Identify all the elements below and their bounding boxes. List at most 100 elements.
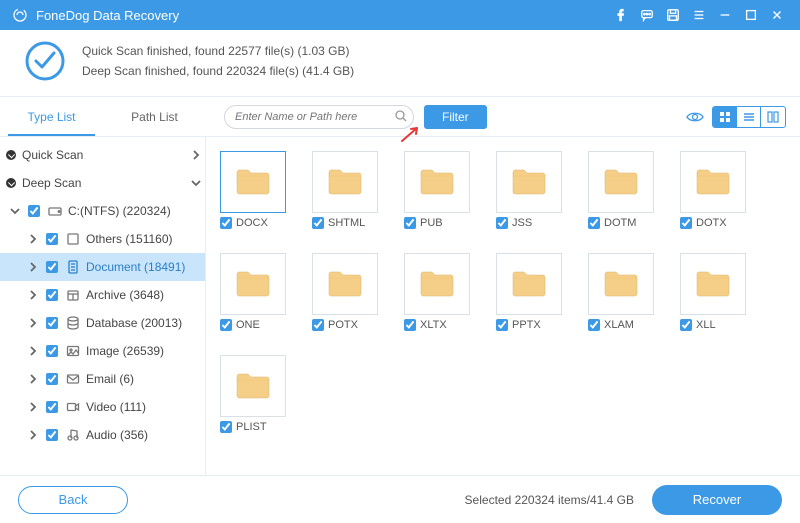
grid-item-label: DOCX <box>236 217 268 229</box>
sidebar-item-checkbox[interactable] <box>46 289 58 301</box>
grid-item-checkbox[interactable] <box>220 319 232 331</box>
sidebar-item-archive[interactable]: Archive (3648) <box>0 281 205 309</box>
grid-item[interactable]: DOTM <box>588 151 654 229</box>
sidebar-item-email[interactable]: Email (6) <box>0 365 205 393</box>
view-list-button[interactable] <box>737 107 761 127</box>
chevron-down-icon[interactable] <box>8 206 22 216</box>
grid-item-checkbox[interactable] <box>404 319 416 331</box>
folder-thumb[interactable] <box>680 151 746 213</box>
chevron-right-icon[interactable] <box>26 402 40 412</box>
folder-thumb[interactable] <box>588 253 654 315</box>
close-icon[interactable] <box>764 0 790 30</box>
sidebar-item-checkbox[interactable] <box>46 345 58 357</box>
sidebar-item-checkbox[interactable] <box>46 261 58 273</box>
search-icon[interactable] <box>394 109 408 123</box>
grid-item[interactable]: ONE <box>220 253 286 331</box>
grid-item-checkbox[interactable] <box>496 217 508 229</box>
chevron-right-icon[interactable] <box>26 262 40 272</box>
recover-button[interactable]: Recover <box>652 485 782 515</box>
tree-deep-scan[interactable]: Deep Scan <box>0 169 205 197</box>
sidebar-item-checkbox[interactable] <box>46 429 58 441</box>
grid-item-checkbox[interactable] <box>312 319 324 331</box>
grid-item[interactable]: XLAM <box>588 253 654 331</box>
search-input[interactable] <box>224 105 414 129</box>
folder-thumb[interactable] <box>404 253 470 315</box>
grid-item[interactable]: XLL <box>680 253 746 331</box>
filter-button[interactable]: Filter <box>424 105 487 129</box>
tab-path-list[interactable]: Path List <box>103 97 206 136</box>
sidebar-item-audio[interactable]: Audio (356) <box>0 421 205 449</box>
grid-item-checkbox[interactable] <box>680 217 692 229</box>
folder-thumb[interactable] <box>220 253 286 315</box>
grid-item-label: PPTX <box>512 319 541 331</box>
tree-drive-label: C:(NTFS) (220324) <box>68 204 205 218</box>
audio-icon <box>64 428 82 442</box>
view-grid-button[interactable] <box>713 107 737 127</box>
preview-toggle-icon[interactable] <box>684 106 706 128</box>
sidebar-item-checkbox[interactable] <box>46 317 58 329</box>
grid-item[interactable]: DOTX <box>680 151 746 229</box>
grid-item-checkbox[interactable] <box>680 319 692 331</box>
sidebar-item-checkbox[interactable] <box>46 233 58 245</box>
grid-item-checkbox[interactable] <box>220 421 232 433</box>
folder-icon <box>419 166 455 199</box>
folder-thumb[interactable] <box>312 253 378 315</box>
video-icon <box>64 400 82 414</box>
tree-drive[interactable]: C:(NTFS) (220324) <box>0 197 205 225</box>
folder-thumb[interactable] <box>496 151 562 213</box>
minimize-icon[interactable] <box>712 0 738 30</box>
feedback-icon[interactable] <box>634 0 660 30</box>
share-facebook-icon[interactable] <box>608 0 634 30</box>
grid-item[interactable]: JSS <box>496 151 562 229</box>
tabs-toolbar-row: Type List Path List Filter <box>0 97 800 137</box>
view-detail-button[interactable] <box>761 107 785 127</box>
folder-thumb[interactable] <box>680 253 746 315</box>
back-button[interactable]: Back <box>18 486 128 514</box>
folder-icon <box>235 268 271 301</box>
grid-item[interactable]: PUB <box>404 151 470 229</box>
folder-icon <box>603 166 639 199</box>
content-grid: DOCX SHTML PUB JSS DOTM DOTX ONE POTX XLTX PPTX XL… <box>206 137 800 499</box>
grid-item-checkbox[interactable] <box>404 217 416 229</box>
grid-item-checkbox[interactable] <box>588 319 600 331</box>
chevron-right-icon[interactable] <box>26 234 40 244</box>
back-button-label: Back <box>59 492 88 507</box>
grid-item[interactable]: XLTX <box>404 253 470 331</box>
grid-item-checkbox[interactable] <box>588 217 600 229</box>
others-icon <box>64 232 82 246</box>
tab-type-list[interactable]: Type List <box>0 97 103 136</box>
chevron-right-icon[interactable] <box>26 290 40 300</box>
folder-thumb[interactable] <box>312 151 378 213</box>
folder-thumb[interactable] <box>220 355 286 417</box>
tree-drive-checkbox[interactable] <box>28 205 40 217</box>
chevron-right-icon[interactable] <box>26 346 40 356</box>
maximize-icon[interactable] <box>738 0 764 30</box>
grid-item[interactable]: SHTML <box>312 151 378 229</box>
chevron-right-icon[interactable] <box>26 318 40 328</box>
sidebar-item-video[interactable]: Video (111) <box>0 393 205 421</box>
grid-item[interactable]: DOCX <box>220 151 286 229</box>
chevron-right-icon[interactable] <box>26 374 40 384</box>
grid-item[interactable]: POTX <box>312 253 378 331</box>
grid-item-checkbox[interactable] <box>496 319 508 331</box>
sidebar-item-image[interactable]: Image (26539) <box>0 337 205 365</box>
grid-item[interactable]: PLIST <box>220 355 286 433</box>
sidebar-item-document[interactable]: Document (18491) <box>0 253 205 281</box>
save-icon[interactable] <box>660 0 686 30</box>
sidebar-item-checkbox[interactable] <box>46 401 58 413</box>
grid-item-checkbox[interactable] <box>220 217 232 229</box>
folder-thumb[interactable] <box>220 151 286 213</box>
chevron-right-icon[interactable] <box>26 430 40 440</box>
folder-thumb[interactable] <box>496 253 562 315</box>
grid-item-checkbox[interactable] <box>312 217 324 229</box>
footer: Back Selected 220324 items/41.4 GB Recov… <box>0 475 800 523</box>
grid-item-label: ONE <box>236 319 260 331</box>
folder-thumb[interactable] <box>404 151 470 213</box>
folder-thumb[interactable] <box>588 151 654 213</box>
menu-icon[interactable] <box>686 0 712 30</box>
tree-quick-scan[interactable]: Quick Scan <box>0 141 205 169</box>
sidebar-item-checkbox[interactable] <box>46 373 58 385</box>
sidebar-item-others[interactable]: Others (151160) <box>0 225 205 253</box>
sidebar-item-database[interactable]: Database (20013) <box>0 309 205 337</box>
grid-item[interactable]: PPTX <box>496 253 562 331</box>
